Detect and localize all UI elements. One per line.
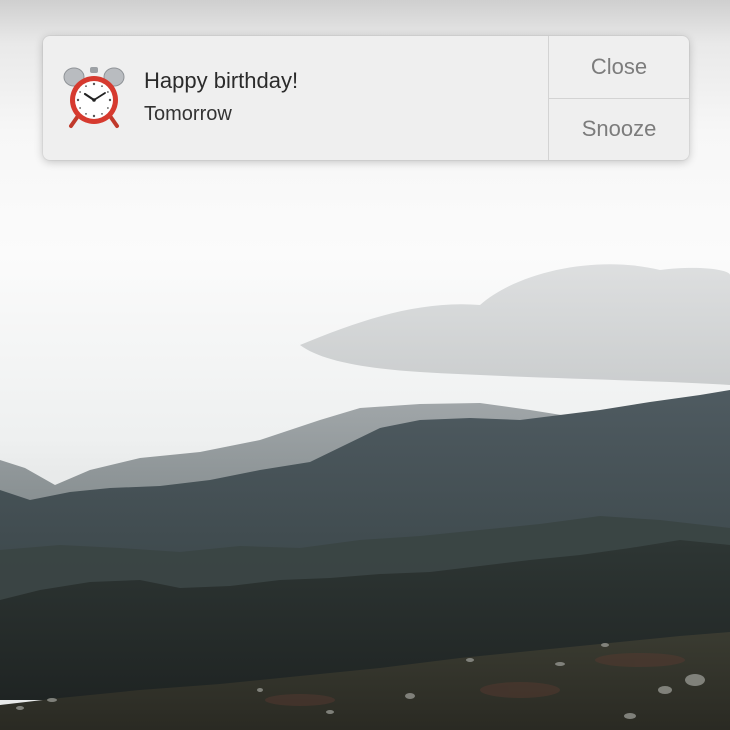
cloud: [300, 264, 730, 385]
notification-banner[interactable]: Happy birthday! Tomorrow Close Snooze: [43, 36, 689, 160]
close-button[interactable]: Close: [549, 36, 689, 99]
notification-body[interactable]: Happy birthday! Tomorrow: [43, 36, 548, 160]
notification-actions: Close Snooze: [548, 36, 689, 160]
snooze-button[interactable]: Snooze: [549, 99, 689, 161]
notification-text: Happy birthday! Tomorrow: [144, 66, 298, 127]
notification-subtitle: Tomorrow: [144, 103, 232, 125]
alarm-clock-icon: [63, 67, 125, 128]
notification-title: Happy birthday!: [144, 68, 299, 93]
desktop: Happy birthday! Tomorrow Close Snooze: [0, 0, 730, 730]
